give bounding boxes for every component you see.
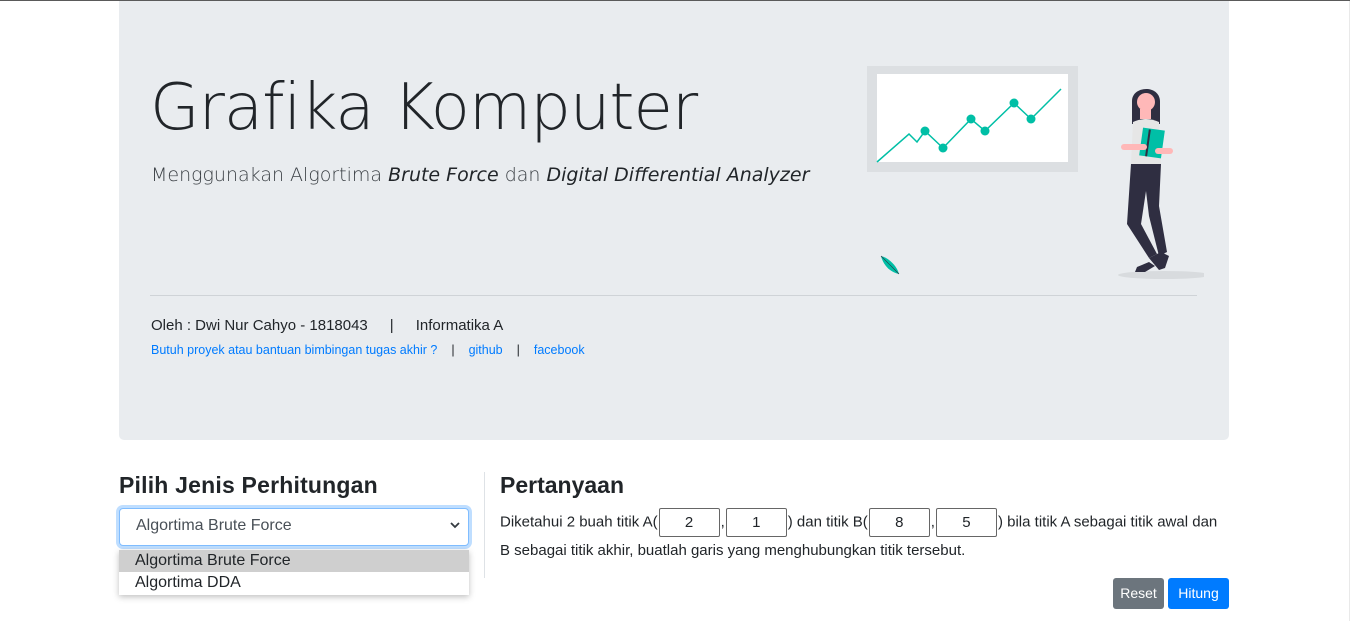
point-a-x-input[interactable] xyxy=(658,508,720,537)
author-name: Oleh : Dwi Nur Cahyo - 1818043 xyxy=(151,317,368,334)
hitung-button[interactable]: Hitung xyxy=(1168,578,1229,609)
analytics-illustration xyxy=(867,66,1204,279)
help-link[interactable]: Butuh proyek atau bantuan bimbingan tuga… xyxy=(151,343,437,357)
column-divider xyxy=(484,472,485,578)
question-text: Diketahui 2 buah titik A(, ) dan titik B(… xyxy=(500,508,1220,564)
subtitle-brute-force: Brute Force xyxy=(388,164,499,186)
calc-type-dropdown: Algortima Brute Force Algortima DDA xyxy=(119,550,469,595)
calc-type-heading: Pilih Jenis Perhitungan xyxy=(119,472,378,498)
header-jumbotron: Grafika Komputer Menggunakan Algortima B… xyxy=(119,1,1229,440)
option-brute-force[interactable]: Algortima Brute Force xyxy=(119,550,469,572)
subtitle-dda: Digital Differential Analyzer xyxy=(546,164,810,186)
author-line: Oleh : Dwi Nur Cahyo - 1818043 | Informati… xyxy=(151,317,503,334)
subtitle-mid: dan xyxy=(498,164,547,186)
question-part-2: ) dan titik B( xyxy=(787,513,868,531)
point-b-x-input[interactable] xyxy=(868,508,930,537)
calc-type-select[interactable]: Algortima Brute Force xyxy=(119,508,469,546)
point-a-y-input[interactable] xyxy=(725,508,787,537)
question-heading: Pertanyaan xyxy=(500,472,625,498)
question-panel: Pertanyaan Diketahui 2 buah titik A(, ) d… xyxy=(500,472,1229,559)
point-b-y-input[interactable] xyxy=(935,508,997,537)
question-part-1: Diketahui 2 buah titik A( xyxy=(500,513,658,531)
comma: , xyxy=(720,513,725,531)
github-link[interactable]: github xyxy=(469,343,503,357)
class-name: Informatika A xyxy=(415,317,504,334)
option-dda[interactable]: Algortima DDA xyxy=(119,572,469,594)
chevron-down-icon xyxy=(450,522,460,529)
subtitle: Menggunakan Algortima Brute Force dan Di… xyxy=(151,164,809,186)
link-separator: | xyxy=(451,343,455,357)
page-title: Grafika Komputer xyxy=(150,71,698,145)
calc-type-panel: Pilih Jenis Perhitungan Algortima Brute … xyxy=(119,472,469,595)
subtitle-prefix: Menggunakan Algortima xyxy=(151,164,389,186)
facebook-link[interactable]: facebook xyxy=(534,343,585,357)
calc-type-selected: Algortima Brute Force xyxy=(136,517,292,534)
links-row: Butuh proyek atau bantuan bimbingan tuga… xyxy=(151,343,585,357)
author-separator: | xyxy=(389,317,394,334)
link-separator: | xyxy=(516,343,520,357)
divider xyxy=(150,295,1197,296)
comma: , xyxy=(930,513,935,531)
reset-button[interactable]: Reset xyxy=(1113,578,1164,609)
